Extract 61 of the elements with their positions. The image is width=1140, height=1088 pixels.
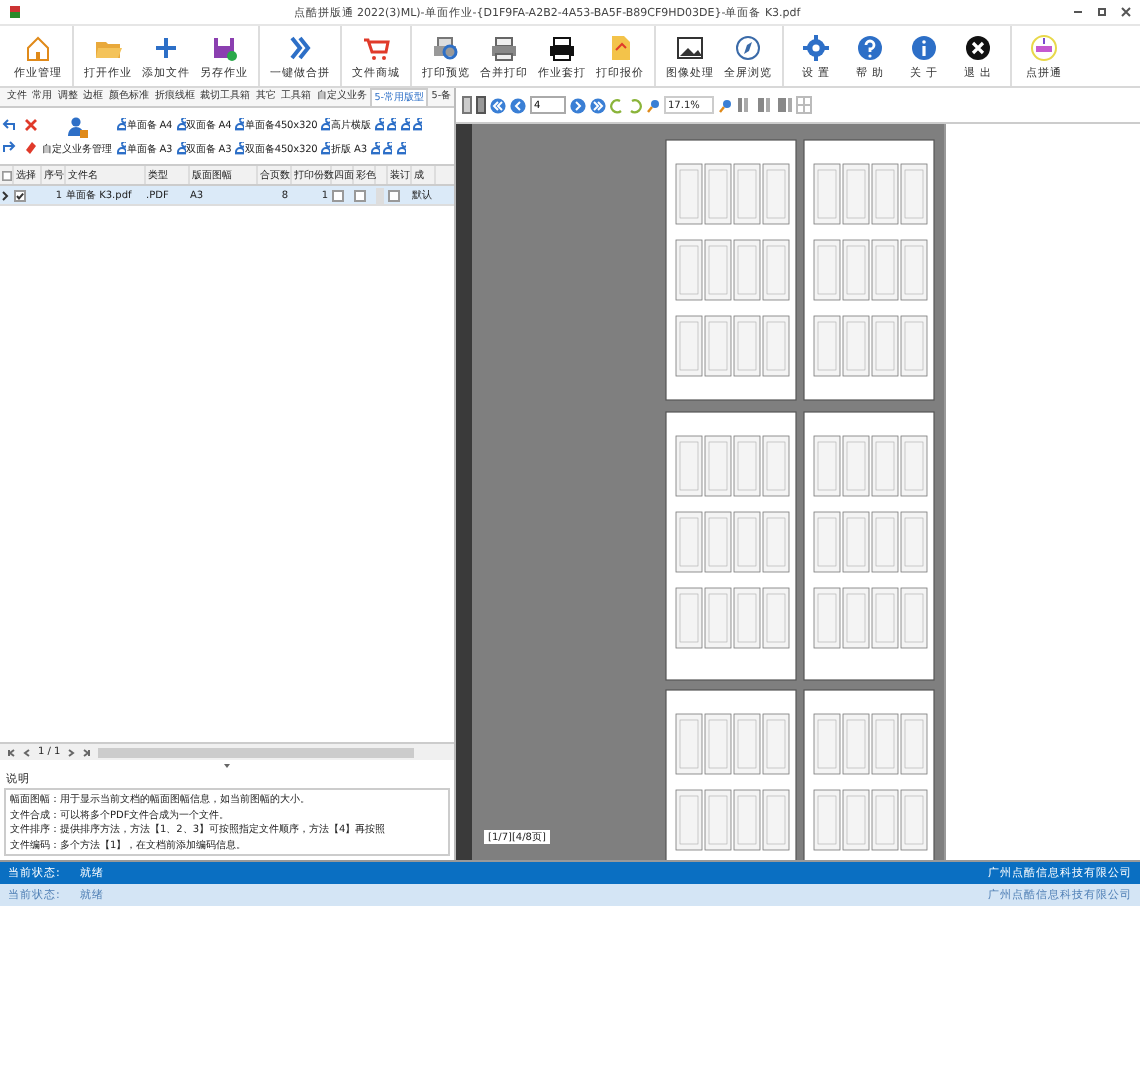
layout-icon[interactable] — [386, 117, 397, 131]
badge-logo-icon — [1030, 33, 1058, 61]
layout-icon — [116, 141, 126, 155]
previous-page-icon[interactable] — [510, 97, 526, 113]
image-icon — [676, 33, 704, 61]
next-page-icon[interactable] — [66, 747, 77, 757]
printer-icon — [490, 33, 518, 61]
layout-icon[interactable] — [399, 117, 410, 131]
layout-icon — [320, 141, 331, 155]
checkbox[interactable] — [388, 189, 400, 201]
two-column-icon[interactable] — [756, 96, 772, 114]
home-icon — [24, 33, 52, 61]
user-settings-icon — [66, 116, 88, 138]
save-icon — [210, 33, 238, 61]
next-page-icon[interactable] — [570, 97, 586, 113]
double-arrow-icon — [286, 33, 314, 61]
layout-icon — [320, 117, 331, 131]
checked-checkbox[interactable] — [14, 189, 26, 201]
printer-icon — [548, 33, 576, 61]
three-column-icon[interactable] — [776, 96, 792, 114]
previous-page-icon[interactable] — [22, 747, 32, 757]
minimize-icon[interactable] — [1072, 6, 1084, 18]
cart-icon — [362, 33, 390, 61]
single-column-icon[interactable] — [736, 96, 752, 114]
delete-icon[interactable] — [24, 118, 38, 132]
compass-icon — [734, 33, 762, 61]
layout-icon — [175, 117, 186, 131]
close-icon[interactable] — [1120, 6, 1132, 18]
exit-icon — [964, 33, 992, 61]
info-icon — [910, 33, 938, 61]
layout-icon[interactable] — [395, 141, 406, 155]
rotate-left-icon[interactable] — [610, 97, 624, 113]
help-icon — [856, 33, 884, 61]
first-page-icon[interactable] — [6, 747, 16, 757]
restore-icon[interactable] — [1096, 6, 1108, 18]
document-icon — [606, 33, 634, 61]
layout-icon — [116, 117, 126, 131]
thumbnail-sidebar[interactable] — [456, 124, 472, 860]
redo-icon[interactable] — [2, 140, 16, 154]
row-pointer-icon — [0, 189, 10, 201]
eraser-icon[interactable] — [24, 140, 38, 154]
app-logo-icon — [8, 4, 22, 20]
layout-icon[interactable] — [412, 117, 423, 131]
settings-icon — [802, 33, 830, 61]
layout-icon — [175, 141, 186, 155]
rotate-right-icon[interactable] — [628, 97, 642, 113]
print-preview-icon — [432, 33, 460, 61]
checkbox[interactable] — [2, 169, 12, 181]
checkbox[interactable] — [354, 189, 366, 201]
zoom-out-icon[interactable] — [646, 97, 660, 113]
layout-icon[interactable] — [369, 141, 380, 155]
layout-icon — [234, 117, 245, 131]
layout-icon[interactable] — [373, 117, 384, 131]
undo-icon[interactable] — [2, 118, 16, 132]
layout-icon — [234, 141, 245, 155]
last-page-icon[interactable] — [82, 747, 93, 757]
zoom-in-icon[interactable] — [718, 97, 732, 113]
checkbox[interactable] — [332, 189, 344, 201]
layout-icon[interactable] — [382, 141, 393, 155]
plus-icon — [152, 33, 180, 61]
splitter-arrow-icon[interactable] — [222, 762, 232, 770]
